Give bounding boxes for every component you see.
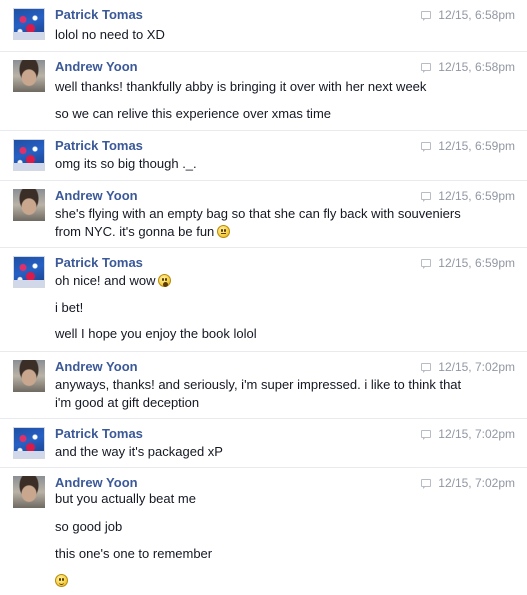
andrew-avatar[interactable] [13,476,45,508]
timestamp: 12/15, 7:02pm [421,476,515,490]
chat-bubble-icon [421,430,432,440]
message-text: well thanks! thankfully abby is bringing… [55,79,427,94]
message-group: Andrew Yoon 12/15, 6:58pm well thanks! t… [0,51,527,131]
message-group: Patrick Tomas 12/15, 6:58pm lolol no nee… [0,0,527,51]
sender-name[interactable]: Andrew Yoon [55,188,138,203]
message-text: well I hope you enjoy the book lolol [55,326,257,341]
message-group: Andrew Yoon 12/15, 7:02pm but you actual… [0,467,527,595]
message-group: Patrick Tomas 12/15, 6:59pm oh nice! and… [0,247,527,352]
message-emoji-only [55,572,487,590]
andrew-avatar[interactable] [13,60,45,92]
chat-bubble-icon [421,142,432,152]
andrew-avatar[interactable] [13,189,45,221]
message-text: but you actually beat me [55,491,196,506]
chat-bubble-icon [421,11,432,21]
message-text: and the way it's packaged xP [55,444,223,459]
message-text: omg its so big though ._. [55,156,197,171]
message-group: Andrew Yoon 12/15, 6:59pm she's flying w… [0,180,527,248]
smile-face-emoji [55,574,68,587]
message-text-part: oh nice! and wow [55,273,156,288]
timestamp-text: 12/15, 7:02pm [438,476,515,490]
timestamp-text: 12/15, 6:58pm [438,8,515,22]
message-text: so good job [55,519,123,534]
timestamp: 12/15, 7:02pm [421,360,515,374]
message-group: Patrick Tomas 12/15, 6:59pm omg its so b… [0,130,527,181]
message-text: so we can relive this experience over xm… [55,106,332,121]
flat-face-emoji [217,225,231,238]
chat-bubble-icon [421,63,432,73]
patrick-avatar[interactable] [13,427,45,459]
patrick-avatar[interactable] [13,256,45,288]
andrew-avatar[interactable] [13,360,45,392]
message-text: this one's one to remember [55,546,213,561]
timestamp: 12/15, 6:58pm [421,60,515,74]
timestamp-text: 12/15, 6:59pm [438,139,515,153]
chat-bubble-icon [421,259,432,269]
timestamp-text: 12/15, 7:02pm [438,360,515,374]
sender-name[interactable]: Andrew Yoon [55,475,138,490]
message-text: i'm good at gift deception [55,395,200,410]
sender-name[interactable]: Patrick Tomas [55,7,143,22]
message-text: lolol no need to XD [55,27,165,42]
timestamp-text: 12/15, 7:02pm [438,427,515,441]
timestamp-text: 12/15, 6:58pm [438,60,515,74]
timestamp-text: 12/15, 6:59pm [438,189,515,203]
chat-bubble-icon [421,479,432,489]
gasp-face-emoji [158,274,172,287]
timestamp: 12/15, 6:59pm [421,189,515,203]
message-text: anyways, thanks! and seriously, i'm supe… [55,377,462,392]
timestamp: 12/15, 7:02pm [421,427,515,441]
message-group: Patrick Tomas 12/15, 7:02pm and the way … [0,418,527,468]
sender-name[interactable]: Patrick Tomas [55,138,143,153]
timestamp: 12/15, 6:59pm [421,256,515,270]
message-text: she's flying with an empty bag so that s… [55,206,461,221]
chat-bubble-icon [421,363,432,373]
message-thread: Patrick Tomas 12/15, 6:58pm lolol no nee… [0,0,527,595]
sender-name[interactable]: Andrew Yoon [55,359,138,374]
timestamp: 12/15, 6:59pm [421,139,515,153]
message-text: i bet! [55,300,84,315]
message-group: Andrew Yoon 12/15, 7:02pm anyways, thank… [0,351,527,419]
message-text: oh nice! and wow [55,272,487,290]
timestamp: 12/15, 6:58pm [421,8,515,22]
timestamp-text: 12/15, 6:59pm [438,256,515,270]
patrick-avatar[interactable] [13,139,45,171]
sender-name[interactable]: Patrick Tomas [55,255,143,270]
chat-bubble-icon [421,192,432,202]
patrick-avatar[interactable] [13,8,45,40]
sender-name[interactable]: Andrew Yoon [55,59,138,74]
sender-name[interactable]: Patrick Tomas [55,426,143,441]
message-text: from NYC. it's gonna be fun [55,223,487,241]
message-text-part: from NYC. it's gonna be fun [55,224,215,239]
